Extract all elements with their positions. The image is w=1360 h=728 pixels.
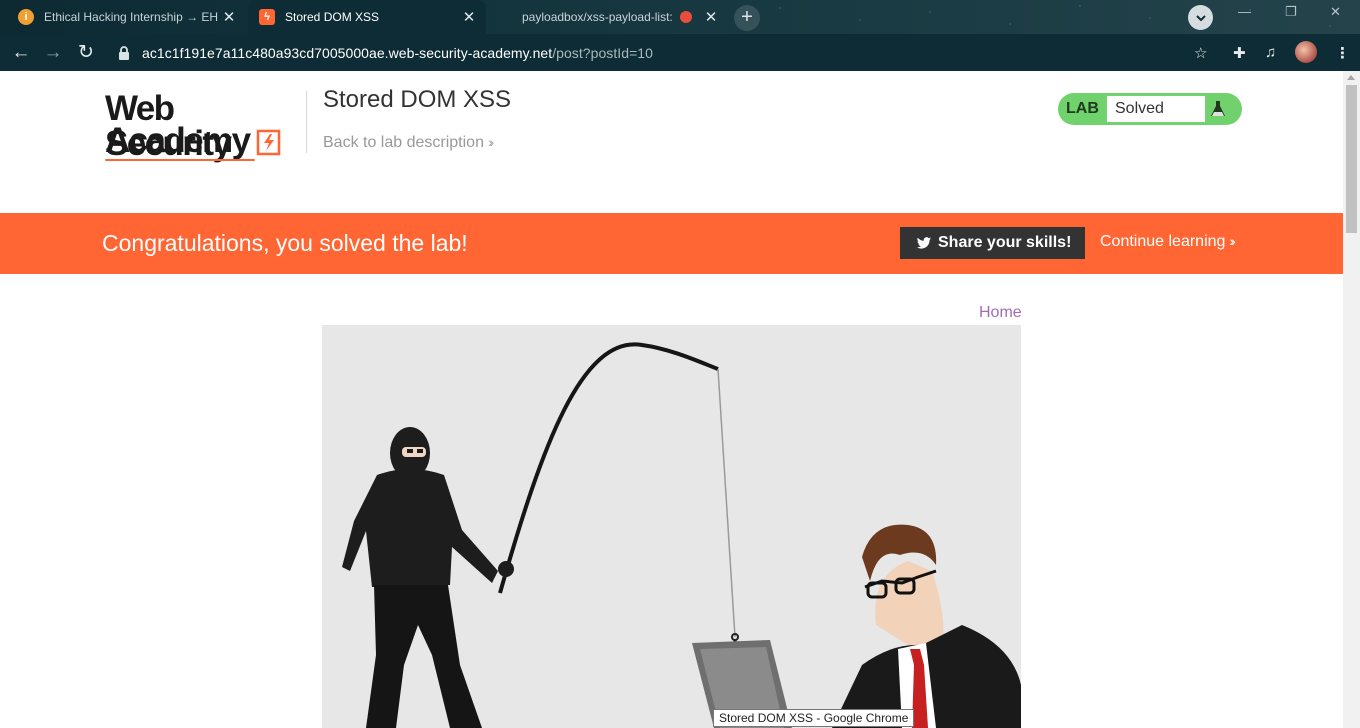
chevron-down-icon	[1195, 14, 1206, 21]
page-viewport: Web Security Academy Stored DOM XSS Back…	[0, 71, 1343, 728]
tab-close-icon[interactable]: ✕	[220, 8, 238, 26]
tab-close-icon[interactable]: ✕	[702, 8, 720, 26]
url-host: ac1c1f191e7a11c480a93cd7005000ae.web-sec…	[142, 44, 553, 61]
bookmark-star-icon[interactable]: ☆	[1194, 44, 1207, 62]
profile-avatar[interactable]	[1295, 41, 1317, 63]
minimize-icon[interactable]: —	[1238, 4, 1251, 19]
info-circle-icon: i	[18, 9, 34, 25]
extensions-puzzle-icon[interactable]: ✚	[1233, 44, 1246, 62]
back-arrow-icon[interactable]: ←	[8, 40, 34, 66]
share-skills-button[interactable]: Share your skills!	[900, 227, 1085, 259]
address-bar[interactable]: ac1c1f191e7a11c480a93cd7005000ae.web-sec…	[104, 38, 1224, 67]
header-divider	[306, 91, 307, 153]
tab-search-button[interactable]	[1188, 5, 1213, 30]
tab-title: payloadbox/xss-payload-list:	[522, 10, 673, 24]
lab-title: Stored DOM XSS	[323, 86, 512, 113]
home-link[interactable]: Home	[979, 304, 1022, 322]
logo-underline	[105, 159, 255, 161]
forward-arrow-icon[interactable]: →	[40, 40, 66, 66]
github-icon	[680, 11, 692, 23]
tab-title: Ethical Hacking Internship → EH	[44, 10, 219, 24]
new-tab-button[interactable]: +	[734, 5, 760, 31]
portswigger-lightning-icon	[256, 129, 281, 156]
page-scrollbar[interactable]	[1343, 71, 1360, 728]
lab-badge: LAB	[1066, 100, 1099, 117]
chrome-menu-icon[interactable]: ⋮	[1335, 44, 1350, 62]
restore-icon[interactable]: ❐	[1285, 4, 1297, 20]
lab-status-text: Solved	[1115, 100, 1164, 117]
back-to-lab-description-link[interactable]: Back to lab description ››	[323, 134, 495, 152]
twitter-icon	[916, 237, 931, 249]
back-link-label: Back to lab description	[323, 134, 484, 151]
phishing-illustration	[322, 325, 1021, 728]
web-security-academy-logo[interactable]: Web Security Academy	[105, 89, 305, 164]
url-text: ac1c1f191e7a11c480a93cd7005000ae.web-sec…	[142, 45, 653, 61]
logo-line-2: Academy	[105, 121, 251, 160]
window-title-tooltip: Stored DOM XSS - Google Chrome	[713, 709, 915, 727]
continue-learning-link[interactable]: Continue learning ››	[1100, 233, 1236, 251]
scrollbar-thumb[interactable]	[1346, 85, 1357, 233]
browser-tab-strip: i Ethical Hacking Internship → EH ✕ ϟ St…	[0, 0, 1360, 34]
flask-icon	[1211, 101, 1225, 116]
solved-banner: Congratulations, you solved the lab! Sha…	[0, 213, 1343, 274]
tab-ethical-hacking[interactable]: i Ethical Hacking Internship → EH ✕	[0, 0, 246, 34]
lab-status-widget: LAB Solved	[1058, 93, 1242, 125]
portswigger-lightning-icon: ϟ	[259, 9, 275, 25]
double-chevron-right-icon: ››	[1229, 233, 1236, 249]
close-window-icon[interactable]: ✕	[1330, 4, 1341, 20]
media-controls-icon[interactable]: ♫	[1265, 44, 1276, 61]
reload-icon[interactable]: ↻	[73, 40, 99, 66]
tab-stored-dom-xss[interactable]: ϟ Stored DOM XSS ✕	[248, 0, 486, 34]
browser-toolbar: ← → ↻ ac1c1f191e7a11c480a93cd7005000ae.w…	[0, 34, 1360, 71]
lab-status-box: Solved	[1106, 95, 1206, 123]
continue-learning-label: Continue learning	[1100, 233, 1226, 250]
share-button-label: Share your skills!	[938, 234, 1072, 251]
url-path: /post?postId=10	[552, 44, 653, 61]
double-chevron-right-icon: ››	[487, 134, 495, 150]
tab-close-icon[interactable]: ✕	[460, 8, 478, 26]
blog-post-image	[322, 325, 1021, 728]
tab-title: Stored DOM XSS	[285, 10, 380, 24]
congratulations-message: Congratulations, you solved the lab!	[102, 230, 468, 256]
scroll-up-arrow-icon[interactable]	[1347, 75, 1355, 80]
tab-payloadbox[interactable]: payloadbox/xss-payload-list: ✕	[488, 0, 728, 34]
lock-icon[interactable]	[116, 45, 132, 61]
